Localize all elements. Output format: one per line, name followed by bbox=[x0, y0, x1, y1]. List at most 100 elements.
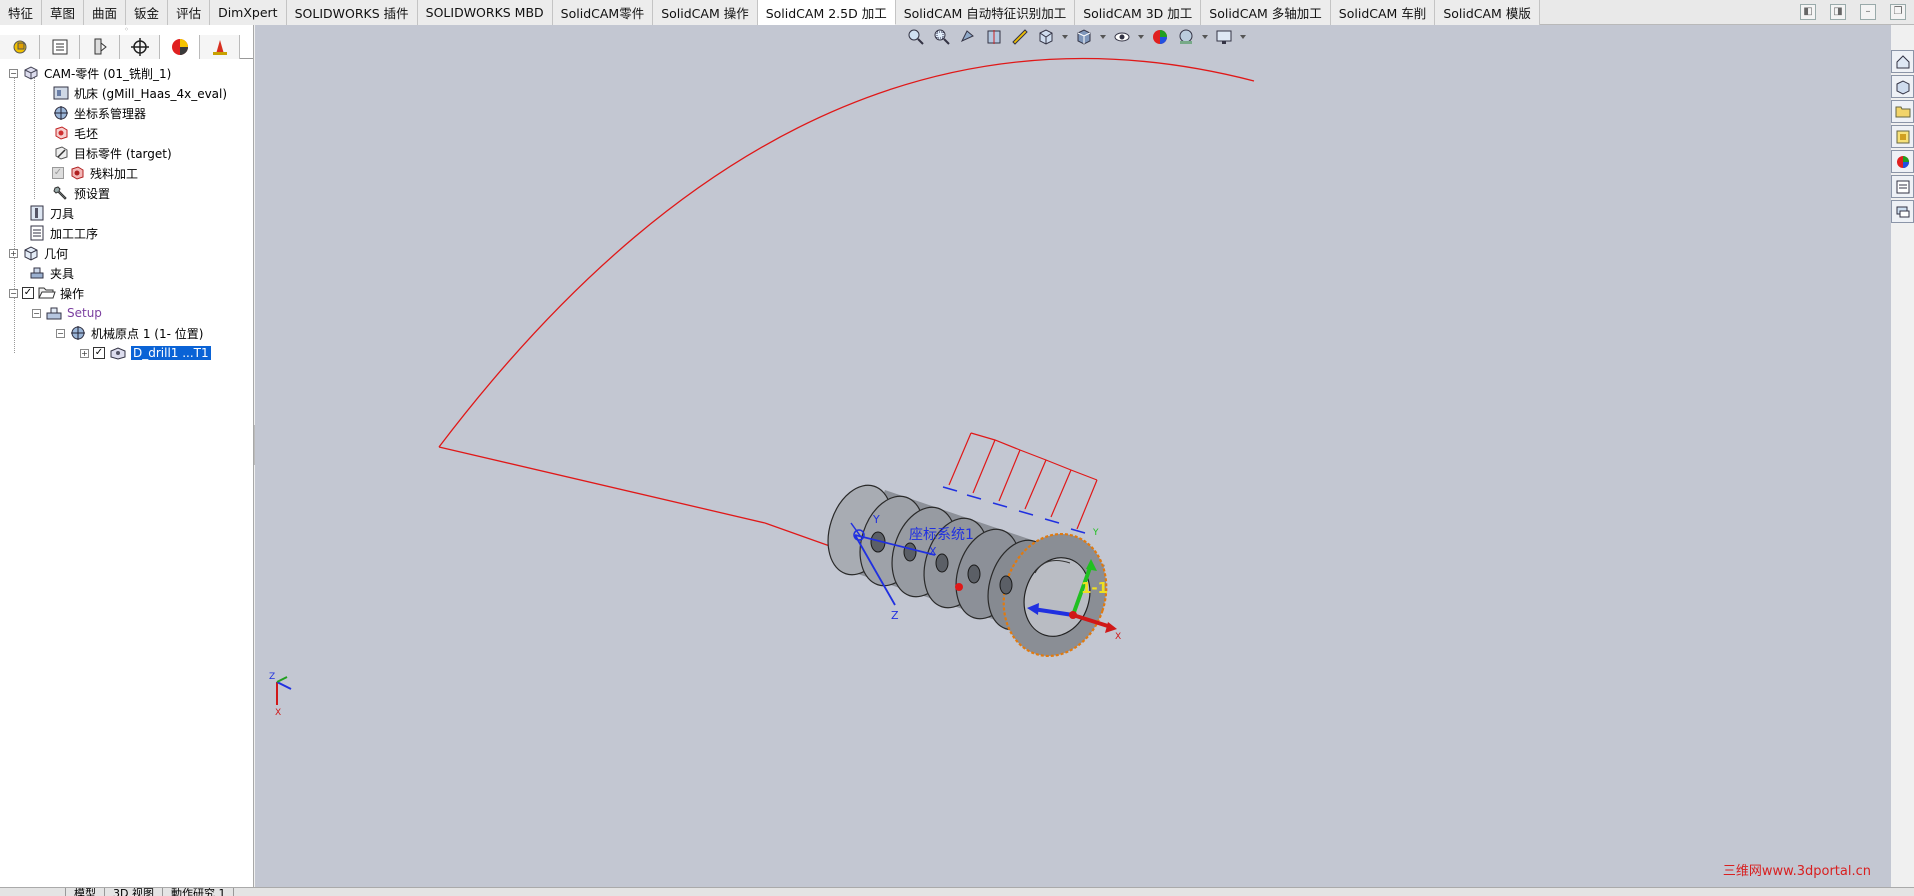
tree-node-cam-part[interactable]: − CAM-零件 (01_铣削_1) bbox=[0, 63, 253, 83]
expand-icon[interactable]: + bbox=[80, 348, 89, 358]
bottom-tab[interactable]: 3D 视图 bbox=[105, 888, 163, 896]
tree-node-fixture[interactable]: 夹具 bbox=[0, 263, 253, 283]
appearances-icon[interactable] bbox=[1891, 150, 1914, 173]
tree-label: D_drill1 ...T1 bbox=[130, 345, 212, 361]
command-tab[interactable]: SolidCAM 操作 bbox=[653, 0, 758, 25]
tab-configuration-manager[interactable] bbox=[80, 35, 120, 59]
drill-hole[interactable] bbox=[935, 553, 949, 573]
tab-solidcam-manager[interactable] bbox=[200, 35, 240, 59]
custom-properties-icon[interactable] bbox=[1891, 175, 1914, 198]
ref-z-axis bbox=[276, 681, 292, 690]
tab-dimxpert[interactable] bbox=[120, 35, 160, 59]
tree-node-drill-operation[interactable]: + ✓ D_drill1 ...T1 bbox=[0, 343, 253, 363]
model-view-tabs: 模型 3D 视图 動作研究 1 bbox=[0, 887, 1914, 896]
minimize-button[interactable]: – bbox=[1860, 4, 1876, 20]
design-library-icon[interactable] bbox=[1891, 75, 1914, 98]
setup-icon bbox=[45, 305, 63, 321]
command-tab[interactable]: SolidCAM 车削 bbox=[1330, 0, 1436, 25]
stock-icon bbox=[52, 125, 70, 141]
configuration-manager-icon bbox=[94, 38, 107, 55]
command-tab[interactable]: 特征 bbox=[0, 0, 43, 25]
drill-hole[interactable] bbox=[999, 575, 1013, 595]
ref-x-label: X bbox=[275, 708, 281, 718]
coordinate-system-label: 座标系统1 bbox=[909, 527, 974, 543]
command-tab[interactable]: SolidCAM零件 bbox=[552, 0, 654, 25]
tab-property-manager[interactable] bbox=[40, 35, 80, 59]
drill-hole[interactable] bbox=[967, 564, 981, 584]
process-list-icon bbox=[28, 225, 46, 241]
command-tab[interactable]: SolidCAM 模版 bbox=[1435, 0, 1540, 25]
tree-node-setup[interactable]: − Setup bbox=[0, 303, 253, 323]
dimxpert-icon bbox=[130, 38, 149, 56]
cam-part-icon bbox=[22, 65, 40, 81]
coordinate-system-icon bbox=[52, 105, 70, 121]
origin-label: 1-1 bbox=[1081, 579, 1108, 597]
tree-node-tools[interactable]: 刀具 bbox=[0, 203, 253, 223]
tree-node-machine-origin[interactable]: − 机械原点 1 (1- 位置) bbox=[0, 323, 253, 343]
restore-pane-icon[interactable]: ◧ bbox=[1800, 4, 1816, 20]
display-manager-icon bbox=[171, 39, 188, 55]
geometry-icon bbox=[22, 245, 40, 261]
rest-checkbox[interactable]: ✓ bbox=[52, 167, 64, 179]
command-tab[interactable]: SOLIDWORKS MBD bbox=[417, 0, 553, 25]
command-tab[interactable]: SolidCAM 2.5D 加工 bbox=[757, 0, 896, 25]
tab-feature-manager[interactable] bbox=[0, 35, 40, 59]
bottom-tab[interactable]: 動作研究 1 bbox=[163, 888, 235, 896]
folder-open-icon bbox=[38, 285, 56, 301]
operation-checkbox[interactable]: ✓ bbox=[93, 347, 105, 359]
watermark: 三维网www.3dportal.cn bbox=[1722, 864, 1871, 879]
drill-hole[interactable] bbox=[903, 542, 917, 562]
tree-label: 几何 bbox=[44, 246, 69, 261]
collapse-icon[interactable]: − bbox=[56, 328, 65, 338]
model-scene[interactable]: 座标系统1 X Y Z 1-1 Y X Z X bbox=[255, 25, 1891, 887]
drill-operation-icon bbox=[109, 345, 127, 361]
bottom-tab[interactable]: 模型 bbox=[66, 888, 105, 896]
pane-next-icon[interactable]: ◨ bbox=[1830, 4, 1846, 20]
forum-icon[interactable] bbox=[1891, 200, 1914, 223]
tree-node-presets[interactable]: 预设置 bbox=[0, 183, 253, 203]
command-tab[interactable]: 草图 bbox=[42, 0, 85, 25]
command-tab[interactable]: 曲面 bbox=[84, 0, 127, 25]
tab-display-manager[interactable] bbox=[160, 35, 200, 59]
part-cylinder[interactable] bbox=[817, 477, 1121, 669]
file-explorer-icon[interactable] bbox=[1891, 100, 1914, 123]
tree-label: Setup bbox=[67, 306, 102, 320]
panel-grip[interactable]: ◦ bbox=[0, 25, 253, 35]
bottom-tab[interactable] bbox=[0, 888, 66, 896]
command-tab[interactable]: SolidCAM 自动特征识别加工 bbox=[895, 0, 1076, 25]
tree-node-process[interactable]: 加工工序 bbox=[0, 223, 253, 243]
tree-node-geometry[interactable]: + 几何 bbox=[0, 243, 253, 263]
graphics-viewport[interactable]: 座标系统1 X Y Z 1-1 Y X Z X 三维网www.3dportal.… bbox=[255, 25, 1891, 887]
drill-toolpath bbox=[948, 432, 1098, 530]
tree-node-target[interactable]: 目标零件 (target) bbox=[0, 143, 253, 163]
collapse-icon[interactable]: − bbox=[32, 308, 41, 318]
feature-manager-panel: ◦ − CAM-零件 (01_铣削_1) 机床 (gMill_Haas_4x_e… bbox=[0, 25, 254, 887]
maximize-button[interactable]: ❐ bbox=[1890, 4, 1906, 20]
drill-start-point bbox=[955, 583, 963, 591]
window-controls: ◧ ◨ – ❐ bbox=[1800, 4, 1906, 20]
operations-checkbox[interactable]: ✓ bbox=[22, 287, 34, 299]
command-tab[interactable]: 钣金 bbox=[126, 0, 169, 25]
tree-node-stock[interactable]: 毛坯 bbox=[0, 123, 253, 143]
tree-node-machine[interactable]: 机床 (gMill_Haas_4x_eval) bbox=[0, 83, 253, 103]
tree-node-rest-machining[interactable]: ✓ 残料加工 bbox=[0, 163, 253, 183]
feature-manager-icon bbox=[13, 40, 26, 54]
command-tab[interactable]: SolidCAM 3D 加工 bbox=[1075, 0, 1202, 25]
coord-z-label: Z bbox=[891, 609, 899, 622]
command-tab[interactable]: SOLIDWORKS 插件 bbox=[286, 0, 418, 25]
tree-label: 坐标系管理器 bbox=[74, 106, 147, 121]
collapse-icon[interactable]: − bbox=[9, 68, 18, 78]
collapse-icon[interactable]: − bbox=[9, 288, 18, 298]
tree-node-coordinate-manager[interactable]: 坐标系管理器 bbox=[0, 103, 253, 123]
command-tab[interactable]: DimXpert bbox=[210, 0, 287, 25]
solidworks-resources-icon[interactable] bbox=[1891, 50, 1914, 73]
view-palette-icon[interactable] bbox=[1891, 125, 1914, 148]
command-tab[interactable]: 评估 bbox=[168, 0, 211, 25]
command-tab[interactable]: SolidCAM 多轴加工 bbox=[1201, 0, 1331, 25]
tree-label: 目标零件 (target) bbox=[74, 146, 172, 161]
tree-label: 预设置 bbox=[74, 186, 111, 201]
expand-icon[interactable]: + bbox=[9, 248, 18, 258]
tree-node-operations[interactable]: − ✓ 操作 bbox=[0, 283, 253, 303]
tool-library-icon bbox=[28, 205, 46, 221]
tree-label: 残料加工 bbox=[90, 166, 139, 181]
